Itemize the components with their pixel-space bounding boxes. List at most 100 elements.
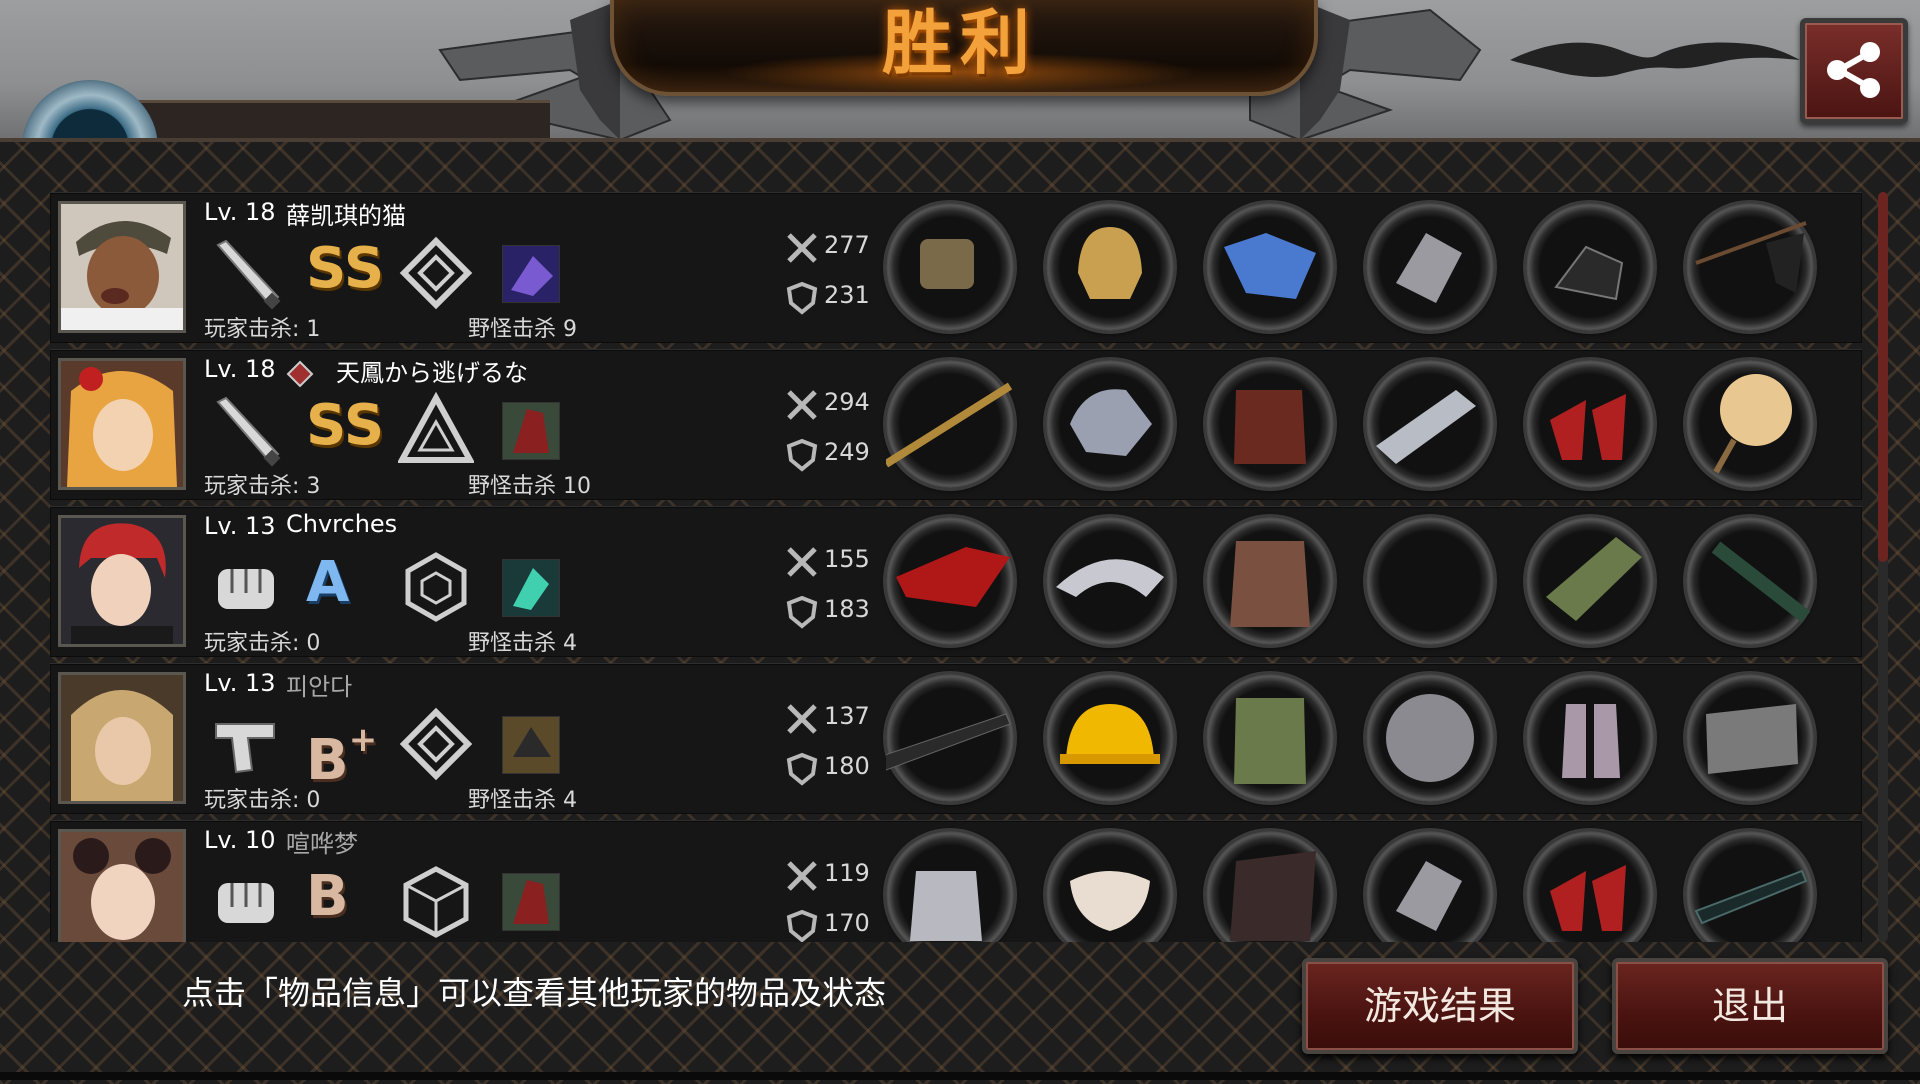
player-row[interactable]: Lv. 10 喧哗梦 B 119 170 xyxy=(50,820,1862,942)
skill-icon xyxy=(502,873,560,931)
pistol-icon xyxy=(215,723,275,774)
equipment-slot-silver-armguard[interactable] xyxy=(1366,360,1494,488)
equipment-slot-sniper-rifle[interactable] xyxy=(886,674,1014,802)
player-kills: 玩家击杀: 0 xyxy=(204,631,321,656)
defense-value: 231 xyxy=(824,281,870,309)
equipment-slot-steel-gauntlet[interactable] xyxy=(886,831,1014,942)
grade-letter: A xyxy=(306,550,350,615)
attack-value: 155 xyxy=(824,545,870,573)
player-name: 天鳳から逃げるな xyxy=(336,359,528,387)
equipment-slot-red-heels[interactable] xyxy=(1526,831,1654,942)
monster-kills: 野怪击杀 4 xyxy=(468,788,577,813)
attack-value: 119 xyxy=(824,859,870,887)
game-results-button[interactable]: 游戏结果 xyxy=(1302,958,1578,1054)
equipment-slot-mask[interactable] xyxy=(1046,831,1174,942)
player-name: 薛凯琪的猫 xyxy=(286,202,406,230)
monster-kills: 野怪击杀 9 xyxy=(468,317,577,342)
equipment-slot-red-heels[interactable] xyxy=(1526,360,1654,488)
player-kills: 玩家击杀: 0 xyxy=(204,788,321,813)
equipment-slot-mecha-helmet[interactable] xyxy=(1046,360,1174,488)
defense-icon xyxy=(786,281,818,315)
player-name: 喧哗梦 xyxy=(286,830,358,858)
player-portrait xyxy=(58,672,186,804)
equipment-slot-bracer[interactable] xyxy=(1526,517,1654,645)
player-name: 피안다 xyxy=(286,673,353,701)
attack-icon xyxy=(787,390,817,420)
diamond-rank-icon xyxy=(399,236,473,310)
skill-icon xyxy=(502,245,560,303)
attack-icon xyxy=(787,704,817,734)
player-row[interactable]: Lv. 13 피안다 B+ 玩家击杀: 0 野怪击杀 4 137 180 xyxy=(50,663,1862,814)
equipment-slot-scope[interactable] xyxy=(1686,831,1814,942)
grade-letter: SS xyxy=(306,236,385,301)
equipment-slot-baton[interactable] xyxy=(1686,517,1814,645)
defense-value: 180 xyxy=(824,752,870,780)
equipment-slot-red-claw[interactable] xyxy=(886,517,1014,645)
player-grade: A xyxy=(306,543,349,623)
share-icon xyxy=(1827,42,1880,98)
player-level: Lv. 10 xyxy=(204,826,276,854)
hint-text: 点击「物品信息」可以查看其他玩家的物品及状态 xyxy=(182,974,887,1012)
player-level: Lv. 13 xyxy=(204,512,276,540)
equipment-slot-blue-outfit[interactable] xyxy=(1206,203,1334,331)
skill-icon xyxy=(502,402,560,460)
equipment-slot-boots[interactable] xyxy=(1526,674,1654,802)
equipment-slot-coat[interactable] xyxy=(1206,831,1334,942)
player-grade: SS xyxy=(306,386,384,466)
player-portrait xyxy=(58,515,186,647)
equipment-slot-gauntlet[interactable] xyxy=(886,203,1014,331)
defense-value: 170 xyxy=(824,909,870,937)
player-grade: B+ xyxy=(306,700,378,793)
player-row[interactable]: Lv. 18 薛凯琪的猫 SS 玩家击杀: 1 野怪击杀 9 277 231 xyxy=(50,192,1862,343)
equipment-slot-spiked-armguard[interactable] xyxy=(1366,831,1494,942)
list-scrollbar[interactable] xyxy=(1878,192,1888,942)
equipment-slot-scepter[interactable] xyxy=(886,360,1014,488)
defense-value: 183 xyxy=(824,595,870,623)
equipment-slot-red-jacket[interactable] xyxy=(1206,360,1334,488)
player-list[interactable]: Lv. 18 薛凯琪的猫 SS 玩家击杀: 1 野怪击杀 9 277 231 L… xyxy=(50,192,1862,942)
bat-icon xyxy=(216,239,281,310)
defense-icon xyxy=(786,438,818,472)
equipment-slot-magazine[interactable] xyxy=(1686,674,1814,802)
bird-silhouette xyxy=(1510,42,1800,77)
attack-icon xyxy=(787,861,817,891)
exit-button[interactable]: 退出 xyxy=(1612,958,1888,1054)
player-info-strip xyxy=(130,100,550,143)
attack-icon xyxy=(787,547,817,577)
equipment-slot-camo-vest[interactable] xyxy=(1206,674,1334,802)
equipment-slot-flag[interactable] xyxy=(1686,203,1814,331)
grade-letter: B xyxy=(306,864,349,929)
equipment-slot-hard-hat[interactable] xyxy=(1046,674,1174,802)
share-button[interactable] xyxy=(1800,18,1908,124)
defense-icon xyxy=(786,909,818,942)
player-level: Lv. 13 xyxy=(204,669,276,697)
player-portrait xyxy=(58,358,186,490)
equipment-slot-golden-helmet[interactable] xyxy=(1046,203,1174,331)
equipment-slot-black-boots[interactable] xyxy=(1526,203,1654,331)
victory-title: 胜利 xyxy=(882,1,1038,84)
cube-rank-icon xyxy=(403,866,469,938)
scrollbar-thumb[interactable] xyxy=(1878,192,1888,562)
monster-kills: 野怪击杀 4 xyxy=(468,631,577,656)
equipment-slot-hand-fan[interactable] xyxy=(1686,360,1814,488)
equipment-slot-tiara[interactable] xyxy=(1046,517,1174,645)
triangle-rank-icon xyxy=(398,392,474,463)
attack-value: 277 xyxy=(824,231,870,259)
monster-kills: 野怪击杀 10 xyxy=(468,474,591,499)
equipment-slot-battle-armor[interactable] xyxy=(1206,517,1334,645)
grade-plus: + xyxy=(348,720,378,760)
player-row[interactable]: Lv. 13 Chvrches A 玩家击杀: 0 野怪击杀 4 155 183 xyxy=(50,506,1862,657)
equipment-slot-steel-plate[interactable] xyxy=(1366,674,1494,802)
fist-icon xyxy=(218,569,274,609)
player-kills: 玩家击杀: 1 xyxy=(204,317,321,342)
equipment-slot-spiked-armguard[interactable] xyxy=(1366,203,1494,331)
bottom-border xyxy=(0,1072,1920,1080)
player-portrait xyxy=(58,829,186,942)
guild-icon xyxy=(286,360,314,388)
player-grade: B xyxy=(306,857,349,937)
skill-icon xyxy=(502,559,560,617)
fist-icon xyxy=(218,883,274,923)
hexagon-rank-icon xyxy=(405,552,467,622)
player-row[interactable]: Lv. 18 天鳳から逃げるな SS 玩家击杀: 3 野怪击杀 10 294 2… xyxy=(50,349,1862,500)
equipment-slot-empty[interactable] xyxy=(1366,517,1494,645)
